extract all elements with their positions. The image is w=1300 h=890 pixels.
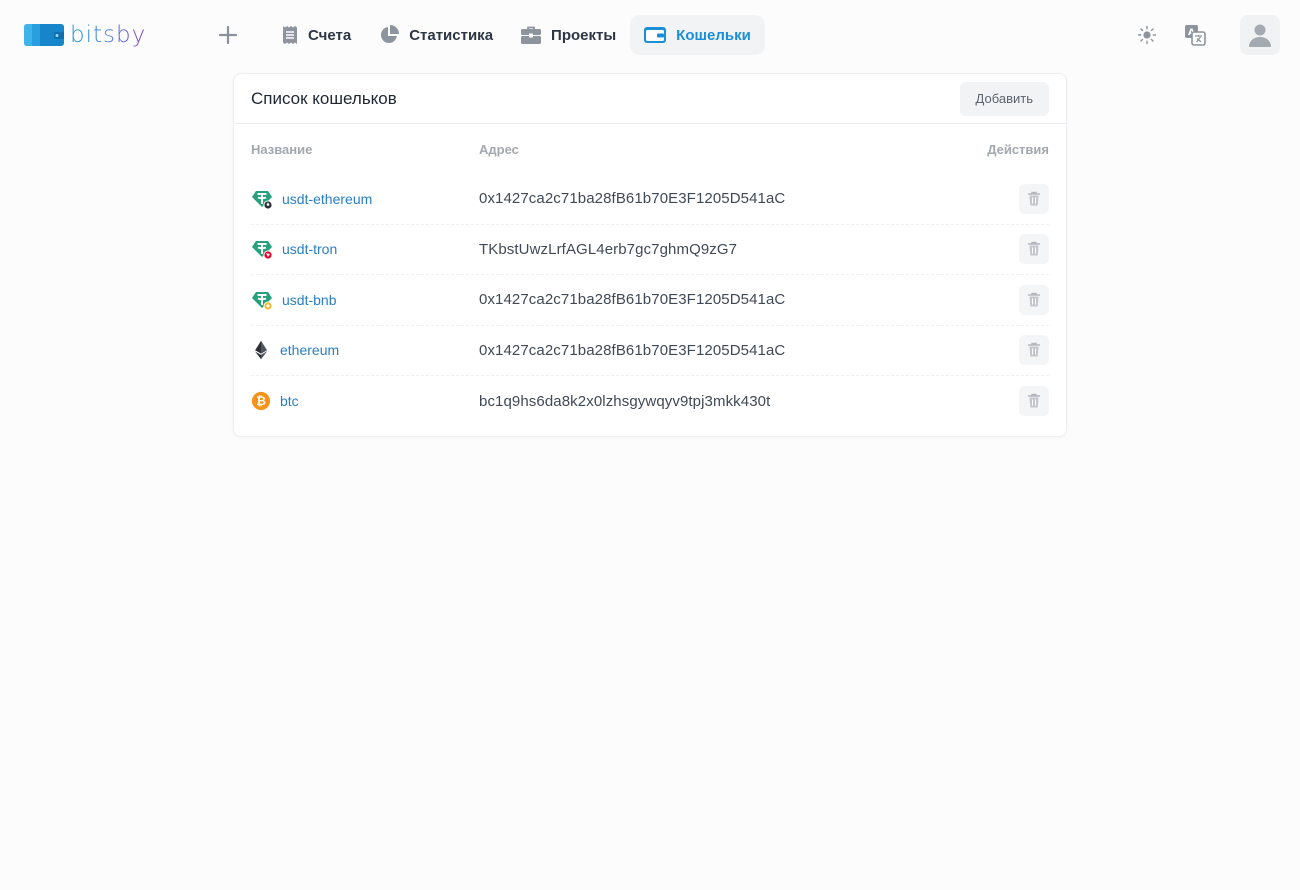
wallet-name-link[interactable]: ethereum [280,342,339,358]
trash-icon [1028,343,1040,357]
wallet-icon [644,27,667,43]
app-logo-text: bitsby [70,22,147,48]
language-button[interactable]: A [1178,18,1212,52]
nav-item-label: Проекты [551,26,617,44]
column-header-actions: Действия [987,141,1049,157]
svg-text:₿: ₿ [256,394,266,408]
table-row: usdt-ethereum 0x1427ca2c71ba28fB61b70E3F… [251,174,1049,225]
trash-icon [1028,292,1040,307]
column-header-name: Название [251,141,313,157]
wallet-address: bc1q9hs6da8k2x0lzhsgywqyv9tpj3mkk430t [479,392,771,410]
sun-icon [1137,25,1157,45]
wallet-name-cell: usdt-ethereum [251,188,479,210]
receipt-icon [283,26,297,44]
trash-icon [1028,394,1040,408]
nav-item-wallets[interactable]: Кошельки [630,15,765,55]
wallet-address: 0x1427ca2c71ba28fB61b70E3F1205D541aC [479,190,786,208]
theme-toggle-button[interactable] [1130,18,1164,52]
wallet-name-cell: usdt-tron [251,238,479,260]
usdt-bnb-icon [252,291,273,311]
wallet-actions [969,335,1049,366]
add-wallet-button[interactable]: Добавить [959,81,1049,116]
usdt-tron-icon [252,241,273,260]
create-button[interactable] [208,15,248,55]
header-actions: A [1130,15,1280,55]
usdt-ethereum-icon [252,190,273,210]
card-title: Список кошельков [251,88,397,108]
plus-icon [219,26,237,44]
nav-item-label: Кошельки [676,26,751,44]
wallet-name-cell: ethereum [251,339,479,361]
table-row: usdt-bnb 0x1427ca2c71ba28fB61b70E3F1205D… [251,275,1049,326]
wallet-name-link[interactable]: usdt-tron [282,241,337,257]
wallets-card: Список кошельков Добавить Название Адрес… [233,73,1067,437]
wallet-actions [969,234,1049,265]
wallet-address: 0x1427ca2c71ba28fB61b70E3F1205D541aC [479,291,786,309]
wallet-name-link[interactable]: usdt-ethereum [282,191,372,207]
table-header: Название Адрес Действия [251,124,1049,174]
nav-item-statistics[interactable]: Статистика [365,15,507,55]
wallet-actions [969,284,1049,315]
user-avatar[interactable] [1240,15,1280,55]
bitcoin-icon: ₿ [251,392,271,411]
app-logo[interactable]: bitsby [24,22,146,48]
wallet-address: 0x1427ca2c71ba28fB61b70E3F1205D541aC [479,341,786,359]
delete-wallet-button[interactable] [1019,284,1049,315]
translate-icon: A [1185,25,1206,46]
wallet-actions [969,183,1049,214]
wallet-name-cell: ₿ btc [251,390,479,412]
trash-icon [1028,191,1040,206]
user-icon [1249,24,1271,47]
ethereum-icon [255,341,267,360]
nav-item-projects[interactable]: Проекты [507,15,630,55]
table-row: ₿ btc bc1q9hs6da8k2x0lzhsgywqyv9tpj3mkk4… [251,376,1049,427]
table-row: ethereum 0x1427ca2c71ba28fB61b70E3F1205D… [251,326,1049,376]
briefcase-icon [521,26,542,44]
wallet-name-cell: usdt-bnb [251,289,479,311]
delete-wallet-button[interactable] [1019,183,1049,214]
column-header-address: Адрес [479,141,519,157]
delete-wallet-button[interactable] [1019,335,1049,366]
nav-item-label: Статистика [409,26,494,44]
wallet-address: TKbstUwzLrfAGL4erb7gc7ghmQ9zG7 [479,240,738,258]
nav-item-invoices[interactable]: Счета [268,15,365,55]
top-header: bitsby Счета Статистика Проекты Кошельки [0,0,1300,70]
wallet-name-link[interactable]: usdt-bnb [282,292,336,308]
delete-wallet-button[interactable] [1019,386,1049,417]
card-header: Список кошельков Добавить [234,74,1066,124]
wallet-logo-icon [24,24,64,46]
nav-item-label: Счета [308,26,352,44]
table-row: usdt-tron TKbstUwzLrfAGL4erb7gc7ghmQ9zG7 [251,225,1049,275]
main-nav: Счета Статистика Проекты Кошельки [208,15,765,55]
trash-icon [1028,242,1040,256]
wallet-actions [969,386,1049,417]
delete-wallet-button[interactable] [1019,234,1049,265]
pie-chart-icon [381,25,400,43]
wallet-name-link[interactable]: btc [280,393,299,409]
wallets-table: Название Адрес Действия usdt-ethereum 0x… [234,124,1066,427]
